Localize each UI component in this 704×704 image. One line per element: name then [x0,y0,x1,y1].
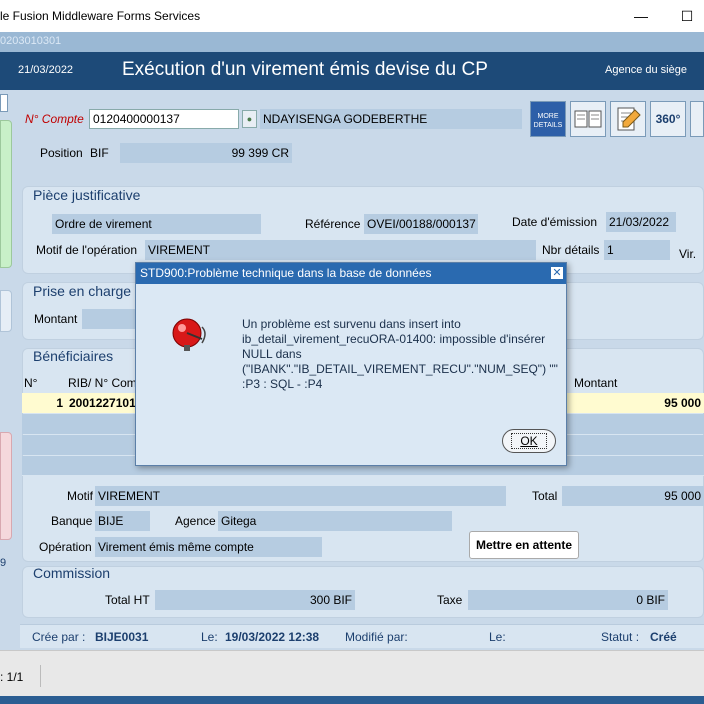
col-montant-header: Montant [574,376,618,390]
taxe-label: Taxe [437,593,463,607]
position-label: Position [40,146,83,160]
total-label: Total [532,489,558,503]
motif-operation-label: Motif de l'opération [36,243,138,257]
close-icon[interactable]: ✕ [550,266,564,280]
account-number-label: N° Compte [25,112,84,126]
cree-par-label: Crée par : [32,630,86,644]
more-details-icon[interactable]: MORE DETAILS [530,101,566,137]
bottom-edge [0,696,704,704]
left-status-pink [0,432,12,540]
benef-section-title: Bénéficiaires [33,348,114,364]
emission-date-label: Date d'émission [512,215,597,229]
col-no-header: N° [24,376,38,390]
total-field: 95 000 [562,486,704,506]
modifie-par-label: Modifié par: [345,630,408,644]
ok-button[interactable]: OK [502,429,556,453]
edit-note-icon[interactable] [610,101,646,137]
form-header: 21/03/2022 Exécution d'un virement émis … [0,52,704,90]
ok-label: OK [511,433,547,449]
cree-le-value: 19/03/2022 12:38 [225,630,320,644]
session-bar: 0203010301 [0,32,704,52]
vir-label: Vir. [679,247,697,261]
agence-field: Gitega [218,511,452,531]
left-status-panel [0,290,12,332]
session-code: 0203010301 [0,35,62,47]
taxe-field: 0 BIF [468,590,668,610]
account-holder-field: NDAYISENGA GODEBERTHE [260,109,522,129]
header-agence: Agence du siège [605,64,687,76]
page-title: Exécution d'un virement émis devise du C… [122,59,488,80]
status-bar: : 1/1 [0,650,704,696]
minimize-icon[interactable]: — [628,4,654,28]
position-value-field: 99 399 CR [120,143,292,163]
dialog-message: Un problème est survenu dans insert into… [242,317,558,391]
record-indicator: : 1/1 [0,670,24,684]
banque-field: BIJE [95,511,150,531]
account-number-input[interactable]: 0120400000137 [89,109,239,129]
operation-label: Opération [39,540,92,554]
piece-type-field: Ordre de virement [52,214,261,234]
piece-section-title: Pièce justificative [33,187,141,203]
book-icon[interactable] [570,101,606,137]
maximize-icon[interactable]: ☐ [674,4,700,28]
total-ht-field: 300 BIF [155,590,355,610]
motif-operation-field: VIREMENT [145,240,536,260]
statut-label: Statut : [601,630,640,644]
modifie-le-label: Le: [489,630,506,644]
row-montant: 95 000 [664,396,701,410]
agence-label: Agence [175,514,216,528]
operation-field: Virement émis même compte [95,537,322,557]
left-digit: 9 [0,557,7,569]
header-date: 21/03/2022 [18,64,74,76]
reference-field: OVEI/00188/000137 [364,214,478,234]
position-currency: BIF [90,146,109,160]
prise-montant-label: Montant [34,312,78,326]
commission-section-title: Commission [33,565,111,581]
dialog-title: STD900:Problème technique dans la base d… [136,263,566,284]
cree-le-label: Le: [201,630,218,644]
total-ht-label: Total HT [105,593,150,607]
nbr-details-field: 1 [604,240,670,260]
alarm-bell-icon [172,318,206,351]
row-no: 1 [56,396,63,410]
mettre-en-attente-button[interactable]: Mettre en attente [469,531,579,559]
prise-section-title: Prise en charge [33,283,132,299]
nbr-details-label: Nbr détails [542,243,600,257]
benef-motif-label: Motif [67,489,94,503]
benef-motif-field: VIREMENT [95,486,506,506]
lookup-icon[interactable]: ● [242,110,257,128]
banque-label: Banque [51,514,93,528]
status-divider [40,665,41,687]
audit-footer: Crée par : BIJE0031 Le: 19/03/2022 12:38… [20,624,704,648]
window-title: le Fusion Middleware Forms Services [0,9,201,23]
view-360-icon[interactable]: 360° [650,101,686,137]
window-title-bar: le Fusion Middleware Forms Services — ☐ [0,0,704,32]
left-status-green [0,120,12,268]
statut-value: Créé [650,630,677,644]
cree-par-value: BIJE0031 [95,630,149,644]
error-dialog: STD900:Problème technique dans la base d… [135,262,567,466]
left-tab-indicator[interactable] [0,94,8,112]
emission-date-field: 21/03/2022 [606,212,676,232]
prise-montant-field [82,309,142,329]
toolbar-more-icon[interactable] [690,101,704,137]
reference-label: Référence [305,217,361,231]
